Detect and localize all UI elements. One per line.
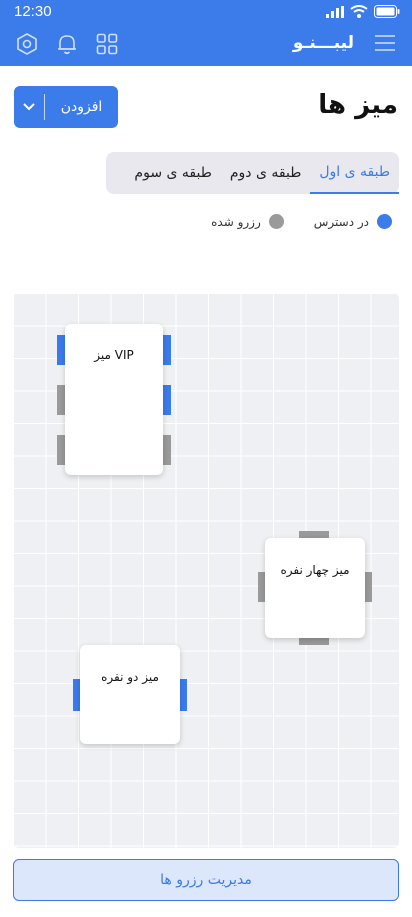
seat-booked[interactable] bbox=[163, 435, 171, 465]
table-label: میز چهار نفره bbox=[280, 563, 350, 577]
add-button-label: افزودن bbox=[60, 99, 103, 115]
battery-icon bbox=[374, 5, 400, 18]
floor-plan: میز VIP میز چهار نفره میز دو نفره bbox=[13, 293, 399, 848]
tab-first-floor[interactable]: طبقه ی اول bbox=[310, 152, 399, 194]
legend: در دسترس رزرو شده bbox=[211, 214, 392, 229]
status-icons bbox=[326, 5, 400, 18]
table-vip[interactable]: میز VIP bbox=[65, 324, 163, 475]
seat-booked[interactable] bbox=[364, 572, 372, 602]
tab-third-floor[interactable]: طبقه ی سوم bbox=[125, 152, 220, 194]
notification-bell-icon[interactable] bbox=[56, 33, 78, 55]
table-four-person[interactable]: میز چهار نفره bbox=[265, 538, 365, 638]
table-label: میز دو نفره bbox=[101, 670, 159, 684]
grid-apps-icon[interactable] bbox=[96, 33, 118, 55]
chevron-down-icon[interactable] bbox=[14, 102, 44, 112]
add-button[interactable]: افزودن bbox=[14, 86, 118, 128]
tab-second-floor[interactable]: طبقه ی دوم bbox=[221, 152, 310, 194]
seat-available[interactable] bbox=[163, 335, 171, 365]
page-title: میز ها bbox=[318, 90, 398, 120]
seat-available[interactable] bbox=[163, 385, 171, 415]
booked-dot-icon bbox=[268, 214, 284, 229]
status-time: 12:30 bbox=[14, 3, 52, 20]
settings-icon[interactable] bbox=[16, 33, 38, 55]
signal-icon bbox=[326, 5, 344, 18]
table-two-person[interactable]: میز دو نفره bbox=[80, 645, 180, 744]
seat-available[interactable] bbox=[57, 335, 65, 365]
top-app-bar: 12:30 لیبـــنـو bbox=[0, 0, 412, 66]
seat-booked[interactable] bbox=[57, 435, 65, 465]
legend-available: در دسترس bbox=[313, 214, 369, 229]
seat-booked[interactable] bbox=[57, 385, 65, 415]
seat-booked[interactable] bbox=[299, 637, 329, 645]
seat-available[interactable] bbox=[179, 679, 187, 711]
floor-tabs: طبقه ی اول طبقه ی دوم طبقه ی سوم bbox=[106, 152, 399, 194]
wifi-icon bbox=[350, 5, 368, 18]
legend-booked: رزرو شده bbox=[211, 214, 261, 229]
available-dot-icon bbox=[377, 214, 392, 229]
menu-icon[interactable] bbox=[374, 34, 396, 52]
table-label: میز VIP bbox=[94, 348, 134, 362]
brand-logo: لیبـــنـو bbox=[292, 33, 354, 53]
manage-reservations-button[interactable]: مدیریت رزرو ها bbox=[13, 859, 399, 901]
